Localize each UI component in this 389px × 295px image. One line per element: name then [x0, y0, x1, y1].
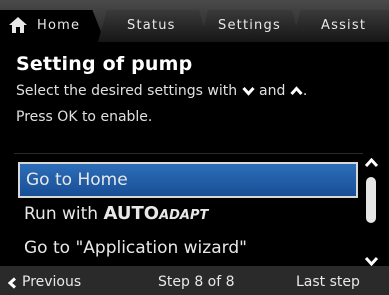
chevron-down-icon — [241, 86, 255, 96]
tab-assist-label: Assist — [321, 18, 367, 33]
option-auto-text: AUTO — [103, 203, 160, 224]
instruction-line-1: Select the desired settings with and . — [16, 83, 307, 99]
instruction-text-prefix: Select the desired settings with — [16, 83, 238, 99]
instruction-line-2: Press OK to enable. — [16, 109, 153, 125]
previous-button[interactable]: Previous — [22, 274, 81, 290]
option-adapt-text: ADAPT — [159, 208, 209, 223]
instruction-text-suffix: . — [302, 83, 308, 99]
chevron-up-icon — [290, 86, 303, 96]
step-indicator: Step 8 of 8 — [158, 274, 235, 290]
instruction-text-and: and — [259, 83, 286, 99]
tab-settings-label: Settings — [218, 18, 281, 33]
tab-home-label: Home — [37, 18, 81, 33]
scroll-up-icon[interactable] — [364, 158, 379, 168]
list-divider — [14, 153, 363, 154]
home-icon[interactable] — [9, 17, 27, 33]
scrollbar-thumb[interactable] — [366, 177, 376, 223]
option-run-prefix: Run with — [24, 204, 104, 224]
scroll-down-icon[interactable] — [364, 256, 379, 266]
page-title: Setting of pump — [16, 53, 193, 75]
option-go-to-application-wizard[interactable]: Go to "Application wizard" — [18, 231, 358, 265]
chevron-left-icon[interactable] — [8, 277, 17, 289]
last-step-label: Last step — [296, 274, 360, 290]
tab-status-label: Status — [127, 18, 176, 33]
option-run-with-autoadapt[interactable]: Run with AUTOADAPT — [18, 197, 358, 231]
option-go-to-home[interactable]: Go to Home — [18, 162, 358, 198]
